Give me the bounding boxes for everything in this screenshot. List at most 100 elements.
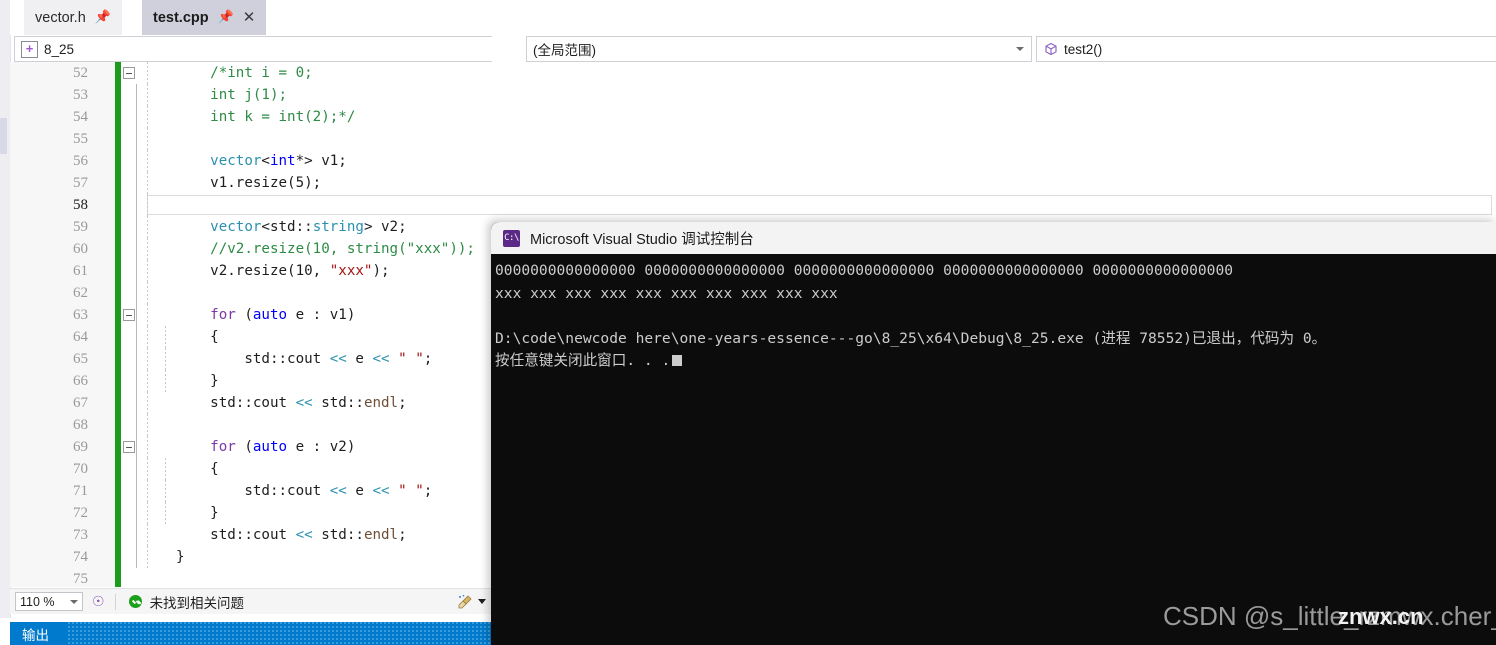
fold-collapse-icon[interactable]: [123, 67, 135, 79]
indent-guide: [165, 502, 166, 524]
debug-console-window[interactable]: C:\ Microsoft Visual Studio 调试控制台 000000…: [491, 222, 1496, 645]
code-line[interactable]: 53 int j(1);: [10, 84, 1496, 106]
code-line[interactable]: 55: [10, 128, 1496, 150]
close-icon[interactable]: ✕: [243, 10, 256, 25]
line-number: 67: [73, 395, 88, 411]
pin-icon[interactable]: 📌: [218, 10, 234, 23]
line-number: 52: [73, 65, 88, 81]
console-line: xxx xxx xxx xxx xxx xxx xxx xxx xxx xxx: [495, 284, 838, 302]
line-number: 69: [73, 439, 88, 455]
navbar-member-dropdown[interactable]: test2(): [1036, 36, 1496, 62]
block-bracket: [136, 326, 137, 348]
block-bracket: [136, 282, 137, 304]
intellisense-brain-icon[interactable]: ☉: [92, 593, 105, 610]
indent-guide: [147, 194, 148, 216]
block-bracket: [136, 436, 137, 458]
block-bracket: [136, 546, 137, 568]
console-title-bar[interactable]: C:\ Microsoft Visual Studio 调试控制台: [491, 222, 1496, 254]
code-text: {: [176, 461, 219, 477]
navbar-scope-dropdown[interactable]: (全局范围): [526, 36, 1032, 62]
indent-guide: [147, 326, 148, 348]
method-cube-icon: [1043, 42, 1058, 57]
code-line[interactable]: 54 int k = int(2);*/: [10, 106, 1496, 128]
rail-docked-tab[interactable]: [0, 118, 7, 154]
code-text: for (auto e : v2): [210, 439, 356, 455]
tab-test-cpp[interactable]: test.cpp 📌 ✕: [142, 0, 267, 35]
screenshot-root: vector.h 📌 test.cpp 📌 ✕ 8_25 (全局范围) test…: [0, 0, 1496, 645]
line-number: 59: [73, 219, 88, 235]
block-bracket: [136, 414, 137, 436]
fold-collapse-icon[interactable]: [123, 309, 135, 321]
line-number: 66: [73, 373, 88, 389]
block-bracket: [136, 194, 137, 216]
indent-guide: [147, 480, 148, 502]
code-text: }: [176, 373, 219, 389]
block-bracket: [136, 216, 137, 238]
navbar-project-label: 8_25: [44, 41, 75, 57]
line-number: 61: [73, 263, 88, 279]
pin-icon[interactable]: 📌: [95, 10, 111, 23]
navbar-scope-label: (全局范围): [533, 43, 596, 58]
block-bracket: [136, 480, 137, 502]
code-line[interactable]: 56 vector<int*> v1;: [10, 150, 1496, 172]
indent-guide: [147, 150, 148, 172]
indent-guide: [147, 62, 148, 84]
console-line: 按任意键关闭此窗口. . .: [495, 350, 1496, 373]
indent-guide: [147, 172, 148, 194]
indent-guide: [147, 524, 148, 546]
tab-vector-h[interactable]: vector.h 📌: [24, 0, 122, 35]
code-line[interactable]: 52 /*int i = 0;: [10, 62, 1496, 84]
indent-guide: [147, 458, 148, 480]
indent-guide: [147, 370, 148, 392]
document-tab-strip: vector.h 📌 test.cpp 📌 ✕: [10, 0, 492, 35]
zoom-level-value: 110 %: [20, 594, 55, 609]
indent-guide: [147, 238, 148, 260]
line-number: 54: [73, 109, 88, 125]
block-bracket: [136, 238, 137, 260]
line-number: 65: [73, 351, 88, 367]
line-number: 60: [73, 241, 88, 257]
editor-status-bar: 110 % ☉ 未找到相关问题: [10, 588, 492, 614]
indent-guide: [147, 392, 148, 414]
code-text: {: [176, 329, 219, 345]
chevron-down-icon[interactable]: [478, 599, 486, 604]
divider: [114, 593, 116, 610]
code-text: int j(1);: [210, 87, 288, 103]
console-line: D:\code\newcode here\one-years-essence--…: [495, 329, 1327, 347]
output-pane-header[interactable]: 输出: [10, 622, 492, 645]
block-bracket: [136, 260, 137, 282]
zoom-level-selector[interactable]: 110 %: [15, 592, 83, 611]
line-number: 63: [73, 307, 88, 323]
console-title: Microsoft Visual Studio 调试控制台: [530, 231, 754, 248]
line-number: 57: [73, 175, 88, 191]
code-line[interactable]: 57 v1.resize(5);: [10, 172, 1496, 194]
block-bracket: [136, 106, 137, 128]
ok-check-icon: [128, 595, 142, 608]
block-bracket: [136, 392, 137, 414]
line-number: 62: [73, 285, 88, 301]
block-bracket: [136, 458, 137, 480]
code-text: std::cout << std::endl;: [176, 395, 407, 411]
code-line[interactable]: 58: [10, 194, 1496, 216]
current-line-highlight: [147, 195, 1492, 215]
code-text: }: [176, 505, 219, 521]
indent-guide: [147, 304, 148, 326]
code-cleanup-broom-icon[interactable]: [457, 594, 486, 610]
line-number: 64: [73, 329, 88, 345]
navbar-project-dropdown[interactable]: 8_25: [14, 36, 492, 62]
block-bracket: [136, 128, 137, 150]
fold-collapse-icon[interactable]: [123, 441, 135, 453]
indent-guide: [165, 348, 166, 370]
console-output: 0000000000000000 0000000000000000 000000…: [491, 254, 1496, 645]
chevron-down-icon[interactable]: [1016, 47, 1024, 51]
code-text: for (auto e : v1): [210, 307, 356, 323]
block-bracket: [136, 150, 137, 172]
code-text: /*int i = 0;: [210, 65, 313, 81]
output-pane-drag-pattern: [68, 622, 492, 645]
csdn-watermark: CSDN @s_little_rzmwx.cher_: [1163, 601, 1496, 631]
indent-guide: [147, 128, 148, 150]
chevron-down-icon[interactable]: [70, 599, 78, 604]
console-cursor: [672, 355, 683, 366]
indent-guide: [165, 370, 166, 392]
block-bracket: [136, 304, 137, 326]
